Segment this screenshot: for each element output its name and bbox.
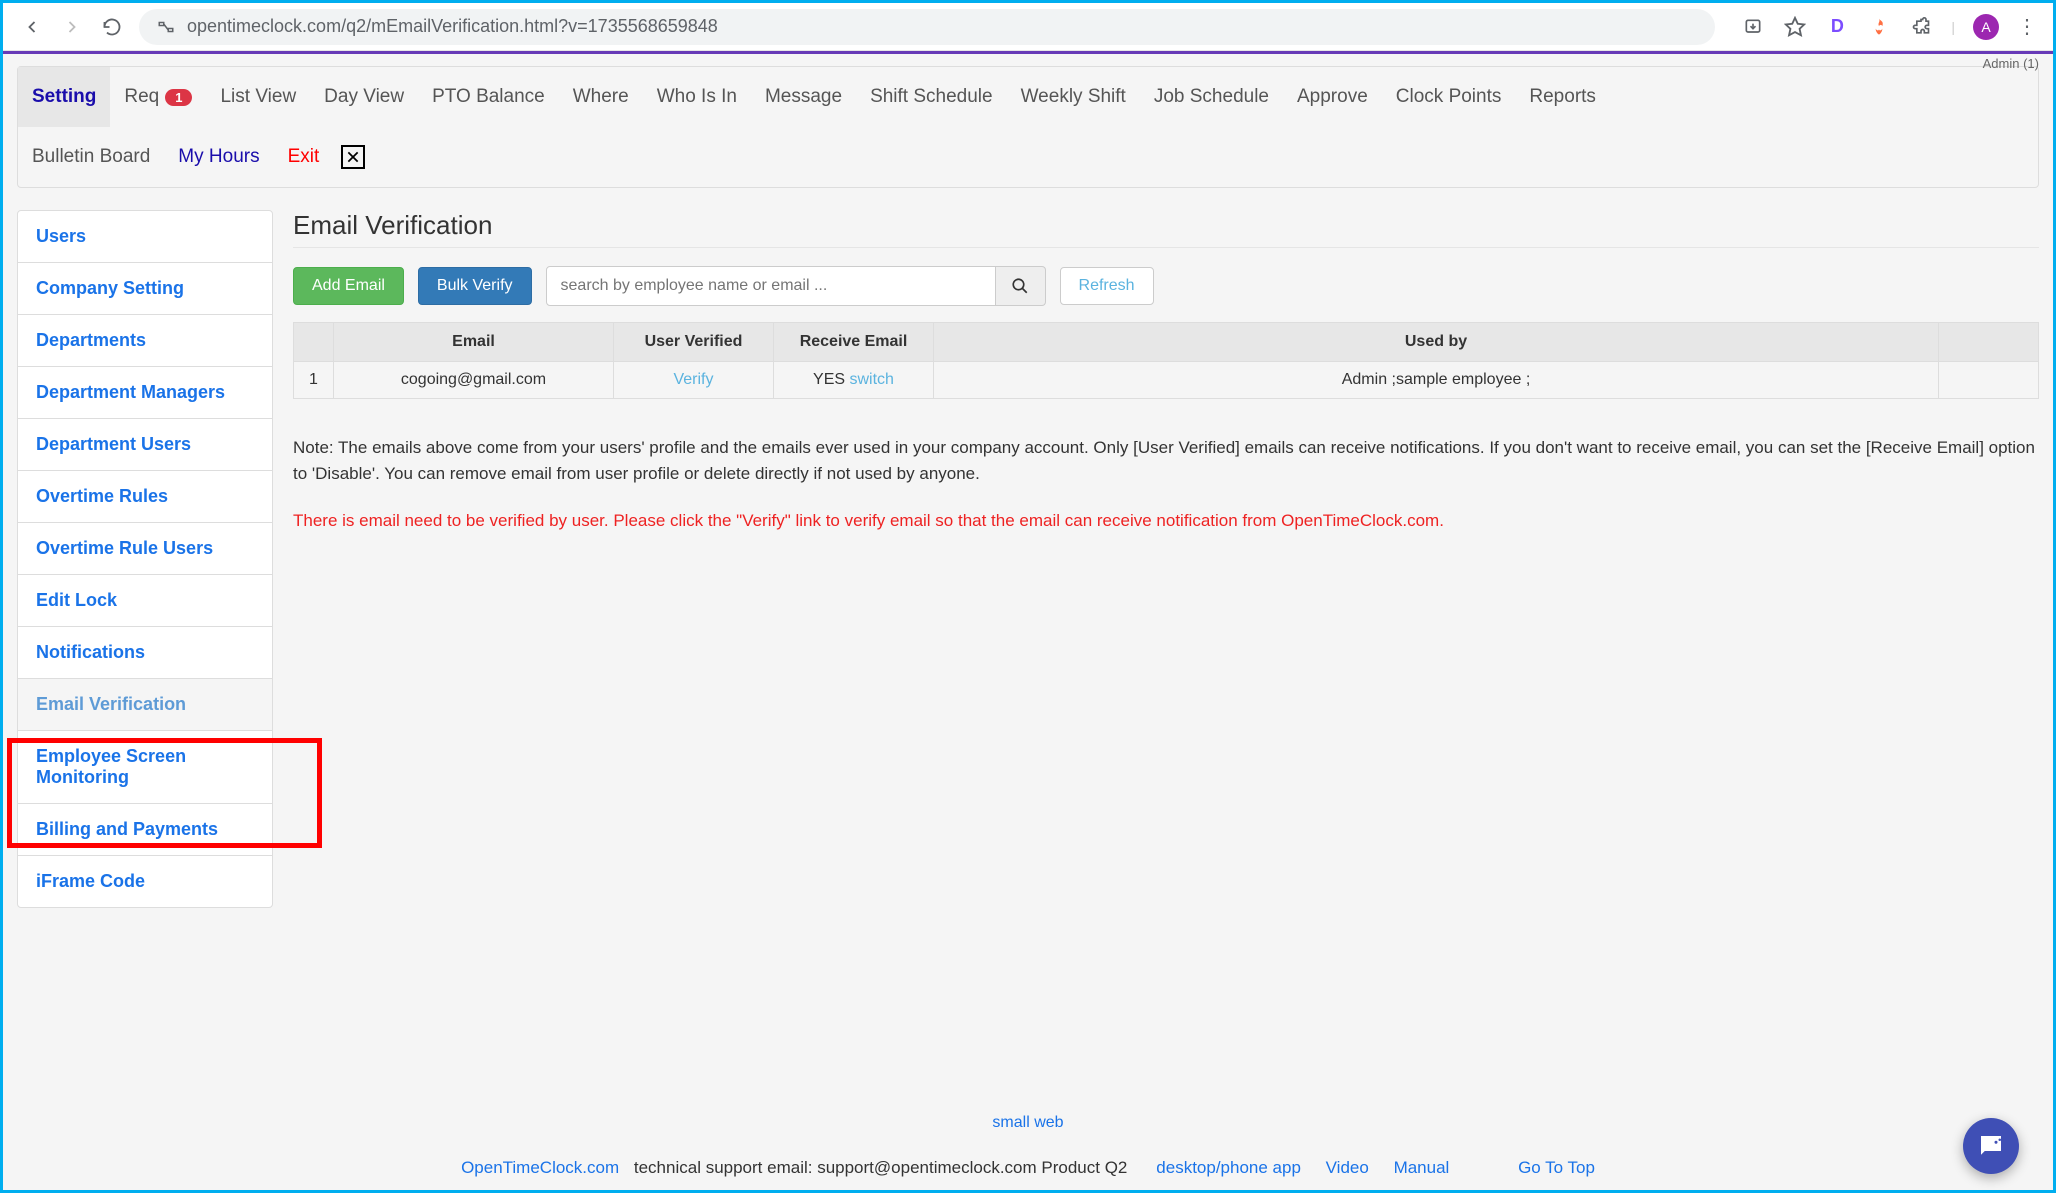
sidebar-item-company-setting[interactable]: Company Setting [18, 263, 272, 315]
back-button[interactable] [19, 14, 45, 40]
tab-reports[interactable]: Reports [1515, 67, 1610, 127]
extensions-puzzle-icon[interactable] [1909, 15, 1933, 39]
th-used-by: Used by [934, 323, 1939, 362]
install-app-icon[interactable] [1741, 15, 1765, 39]
url-text: opentimeclock.com/q2/mEmailVerification.… [187, 16, 718, 37]
settings-sidebar: Users Company Setting Departments Depart… [17, 210, 273, 908]
refresh-button[interactable]: Refresh [1060, 267, 1154, 305]
extension-d-icon[interactable]: D [1825, 15, 1849, 39]
divider [293, 247, 2039, 248]
tab-shift-schedule[interactable]: Shift Schedule [856, 67, 1007, 127]
browser-menu-icon[interactable]: ⋮ [2017, 14, 2037, 39]
sidebar-item-departments[interactable]: Departments [18, 315, 272, 367]
tab-weekly-shift[interactable]: Weekly Shift [1007, 67, 1140, 127]
cell-verified: Verify [614, 362, 774, 399]
search-input[interactable] [546, 266, 996, 306]
note-text: Note: The emails above come from your us… [293, 435, 2039, 486]
support-text: technical support email: support@opentim… [629, 1158, 1127, 1177]
sidebar-item-iframe-code[interactable]: iFrame Code [18, 856, 272, 907]
reload-button[interactable] [99, 14, 125, 40]
tab-message[interactable]: Message [751, 67, 856, 127]
tab-exit[interactable]: Exit [274, 127, 334, 187]
top-nav: Setting Req1 List View Day View PTO Bala… [17, 66, 2039, 188]
th-email: Email [334, 323, 614, 362]
tab-approve[interactable]: Approve [1283, 67, 1382, 127]
video-link[interactable]: Video [1326, 1158, 1369, 1177]
bookmark-star-icon[interactable] [1783, 15, 1807, 39]
forward-button[interactable] [59, 14, 85, 40]
chat-icon [1976, 1131, 2006, 1161]
emails-table: Email User Verified Receive Email Used b… [293, 322, 2039, 399]
site-info-icon[interactable] [155, 16, 177, 38]
sidebar-item-overtime-rule-users[interactable]: Overtime Rule Users [18, 523, 272, 575]
sidebar-item-employee-screen-monitoring[interactable]: Employee Screen Monitoring [18, 731, 272, 804]
page-title: Email Verification [293, 210, 2039, 241]
desktop-app-link[interactable]: desktop/phone app [1156, 1158, 1301, 1177]
tab-setting[interactable]: Setting [18, 67, 110, 127]
verify-link[interactable]: Verify [673, 371, 713, 388]
extension-flame-icon[interactable] [1867, 15, 1891, 39]
tab-job-schedule[interactable]: Job Schedule [1140, 67, 1283, 127]
tab-pto-balance[interactable]: PTO Balance [418, 67, 559, 127]
tab-where[interactable]: Where [559, 67, 643, 127]
main-panel: Email Verification Add Email Bulk Verify… [293, 210, 2039, 908]
admin-indicator: Admin (1) [1979, 54, 2043, 73]
tab-day-view[interactable]: Day View [310, 67, 418, 127]
chat-widget-button[interactable] [1963, 1118, 2019, 1174]
th-actions [1939, 323, 2039, 362]
warning-text: There is email need to be verified by us… [293, 508, 2039, 534]
browser-toolbar: opentimeclock.com/q2/mEmailVerification.… [3, 3, 2053, 51]
fullscreen-button[interactable] [333, 133, 373, 181]
sidebar-item-notifications[interactable]: Notifications [18, 627, 272, 679]
tab-bulletin-board[interactable]: Bulletin Board [18, 127, 164, 187]
cell-index: 1 [294, 362, 334, 399]
go-to-top-link[interactable]: Go To Top [1518, 1158, 1595, 1177]
sidebar-item-billing-and-payments[interactable]: Billing and Payments [18, 804, 272, 856]
sidebar-item-edit-lock[interactable]: Edit Lock [18, 575, 272, 627]
url-bar[interactable]: opentimeclock.com/q2/mEmailVerification.… [139, 9, 1715, 45]
cell-receive: YES switch [774, 362, 934, 399]
th-user-verified: User Verified [614, 323, 774, 362]
sidebar-item-email-verification[interactable]: Email Verification [18, 679, 272, 731]
search-icon [1011, 277, 1029, 295]
sidebar-item-overtime-rules[interactable]: Overtime Rules [18, 471, 272, 523]
cell-trailing [1939, 362, 2039, 399]
manual-link[interactable]: Manual [1394, 1158, 1450, 1177]
add-email-button[interactable]: Add Email [293, 267, 404, 305]
sidebar-item-users[interactable]: Users [18, 211, 272, 263]
th-index [294, 323, 334, 362]
cell-usedby: Admin ;sample employee ; [934, 362, 1939, 399]
small-web-link[interactable]: small web [992, 1114, 1063, 1132]
req-badge: 1 [165, 89, 192, 106]
profile-avatar[interactable]: A [1973, 14, 1999, 40]
brand-link[interactable]: OpenTimeClock.com [461, 1158, 619, 1177]
search-button[interactable] [996, 266, 1046, 306]
sidebar-item-department-users[interactable]: Department Users [18, 419, 272, 471]
footer: small web OpenTimeClock.com technical su… [17, 1114, 2039, 1178]
fullscreen-icon [341, 145, 365, 169]
tab-req[interactable]: Req1 [110, 67, 206, 127]
table-row: 1 cogoing@gmail.com Verify YES switch Ad… [294, 362, 2039, 399]
tab-list-view[interactable]: List View [206, 67, 310, 127]
tab-clock-points[interactable]: Clock Points [1382, 67, 1516, 127]
bulk-verify-button[interactable]: Bulk Verify [418, 267, 532, 305]
sidebar-item-department-managers[interactable]: Department Managers [18, 367, 272, 419]
tab-who-is-in[interactable]: Who Is In [643, 67, 751, 127]
tab-my-hours[interactable]: My Hours [164, 127, 273, 187]
th-receive-email: Receive Email [774, 323, 934, 362]
cell-email: cogoing@gmail.com [334, 362, 614, 399]
switch-link[interactable]: switch [850, 371, 894, 388]
